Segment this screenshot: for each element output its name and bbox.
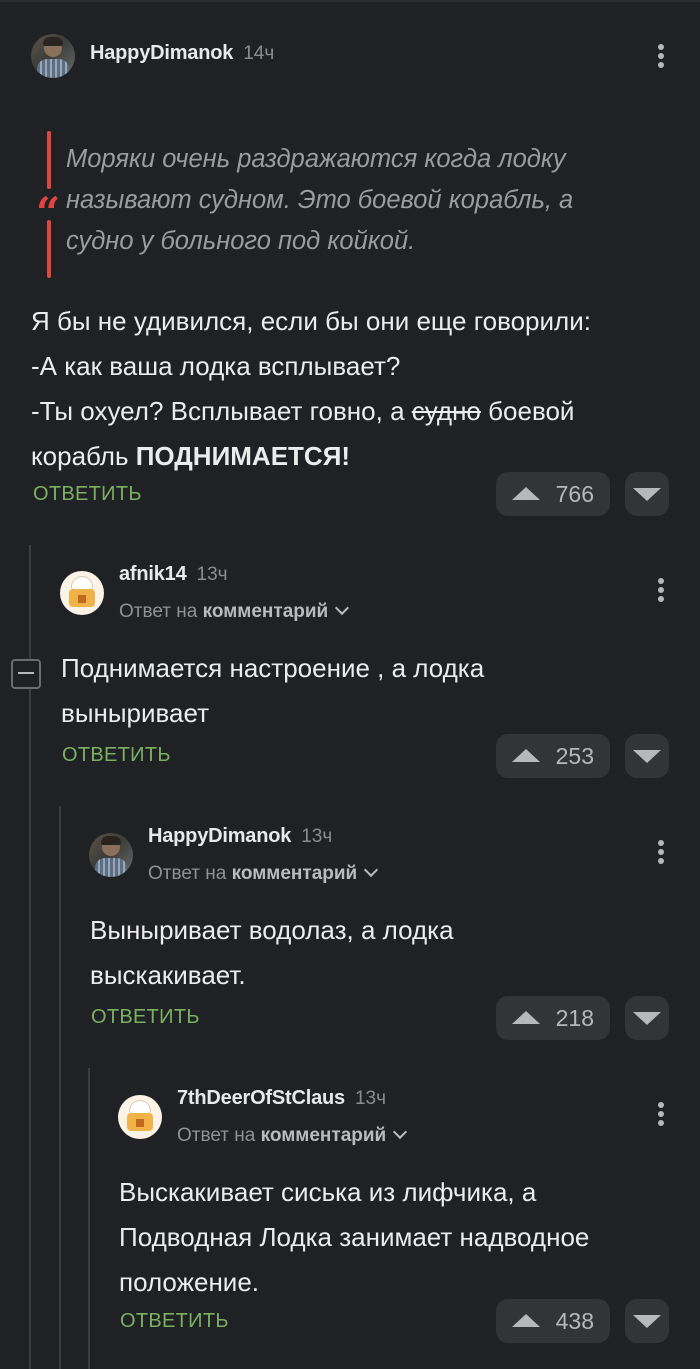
- more-vertical-icon[interactable]: [656, 44, 666, 71]
- arrow-down-icon: [633, 488, 661, 501]
- chevron-down-icon: [364, 862, 379, 878]
- avatar[interactable]: [60, 571, 104, 615]
- downvote-button[interactable]: [625, 472, 669, 516]
- comment-line: Поднимается настроение , а лодка: [61, 653, 485, 683]
- comment-line: положение.: [119, 1267, 260, 1297]
- chevron-down-icon: [335, 600, 350, 616]
- vote-count: 218: [555, 1005, 594, 1031]
- downvote-button[interactable]: [625, 734, 669, 778]
- upvote-button[interactable]: 438: [496, 1299, 610, 1343]
- quote-block: Моряки очень раздражаются когда лодку на…: [66, 139, 686, 262]
- comment-line: Я бы не удивился, если бы они еще говори…: [31, 306, 591, 336]
- strikethrough-text: судно: [411, 396, 481, 426]
- more-vertical-icon[interactable]: [656, 840, 666, 867]
- comment-line: -А как ваша лодка всплывает?: [31, 351, 401, 381]
- chevron-down-icon: [393, 1124, 408, 1140]
- avatar[interactable]: [31, 34, 75, 78]
- thread-line-level3: [88, 1068, 90, 1369]
- reply-button[interactable]: ОТВЕТИТЬ: [91, 1006, 200, 1029]
- vote-count: 253: [555, 743, 594, 769]
- timestamp: 13ч: [301, 826, 333, 847]
- comment-header: HappyDimanok 13ч: [148, 825, 332, 848]
- username[interactable]: 7thDeerOfStClaus: [177, 1087, 345, 1109]
- reply-button[interactable]: ОТВЕТИТЬ: [62, 744, 171, 767]
- username[interactable]: HappyDimanok: [90, 42, 233, 64]
- reply-button[interactable]: ОТВЕТИТЬ: [120, 1310, 229, 1333]
- arrow-down-icon: [633, 750, 661, 763]
- comment-line: Выскакивает сиська из лифчика, а: [119, 1177, 537, 1207]
- arrow-up-icon: [512, 1011, 540, 1024]
- arrow-up-icon: [512, 487, 540, 500]
- upvote-button[interactable]: 766: [496, 472, 610, 516]
- comment-line: Подводная Лодка занимает надводное: [119, 1222, 590, 1252]
- comment-line: выскакивает.: [90, 960, 246, 990]
- thread-line-level2: [59, 806, 61, 1369]
- minus-icon: [18, 672, 34, 674]
- comment-body: Я бы не удивился, если бы они еще говори…: [31, 299, 691, 479]
- reply-to-link[interactable]: Ответ на комментарий: [177, 1124, 408, 1147]
- reply-button[interactable]: ОТВЕТИТЬ: [33, 483, 142, 506]
- comment-body: Поднимается настроение , а лодка вынырив…: [61, 646, 681, 736]
- bold-text: ПОДНИМАЕТСЯ!: [135, 441, 351, 471]
- quote-line: судно у больного под койкой.: [66, 227, 416, 255]
- arrow-up-icon: [512, 1314, 540, 1327]
- upvote-button[interactable]: 253: [496, 734, 610, 778]
- comment-header: afnik14 13ч: [119, 563, 228, 586]
- comment-body: Выскакивает сиська из лифчика, а Подводн…: [119, 1170, 694, 1305]
- quote-bar: [47, 220, 51, 278]
- timestamp: 13ч: [354, 1088, 386, 1109]
- comment-line: выныривает: [61, 698, 210, 728]
- collapse-thread-button[interactable]: [11, 659, 41, 689]
- downvote-button[interactable]: [625, 1299, 669, 1343]
- username[interactable]: afnik14: [119, 563, 187, 585]
- quote-bar: [47, 131, 51, 189]
- comment-line: Выныривает водолаз, а лодка: [90, 915, 454, 945]
- avatar[interactable]: [118, 1095, 162, 1139]
- avatar[interactable]: [89, 833, 133, 877]
- reply-to-link[interactable]: Ответ на комментарий: [148, 862, 379, 885]
- quote-line: Моряки очень раздражаются когда лодку: [66, 145, 566, 173]
- upvote-button[interactable]: 218: [496, 996, 610, 1040]
- more-vertical-icon[interactable]: [656, 578, 666, 605]
- vote-count: 438: [555, 1308, 594, 1334]
- arrow-up-icon: [512, 749, 540, 762]
- username[interactable]: HappyDimanok: [148, 825, 291, 847]
- reply-to-link[interactable]: Ответ на комментарий: [119, 600, 350, 623]
- comment-header: 7thDeerOfStClaus 13ч: [177, 1087, 386, 1110]
- quote-line: называют судном. Это боевой корабль, а: [66, 186, 574, 214]
- arrow-down-icon: [633, 1012, 661, 1025]
- comment-body: Выныривает водолаз, а лодка выскакивает.: [90, 908, 680, 998]
- comment-line: -Ты охуел? Всплывает говно, а судно боев…: [31, 396, 575, 426]
- arrow-down-icon: [633, 1315, 661, 1328]
- timestamp: 14ч: [243, 43, 275, 64]
- vote-count: 766: [555, 481, 594, 507]
- downvote-button[interactable]: [625, 996, 669, 1040]
- more-vertical-icon[interactable]: [656, 1102, 666, 1129]
- timestamp: 13ч: [196, 564, 228, 585]
- top-divider: [0, 0, 700, 2]
- comment-header: HappyDimanok 14ч: [90, 42, 274, 65]
